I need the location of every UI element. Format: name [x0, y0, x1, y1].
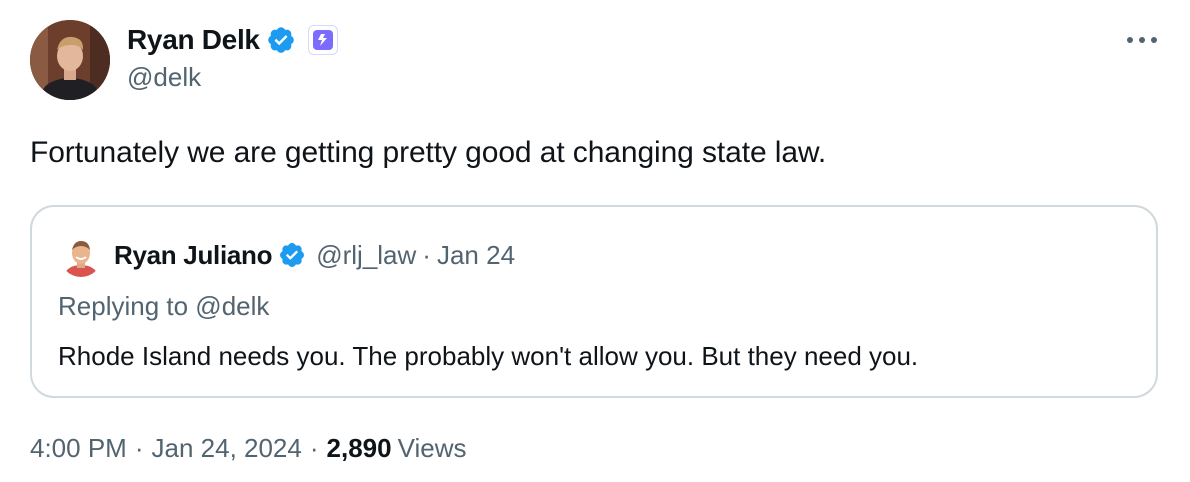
- tweet-meta: 4:00 PM · Jan 24, 2024 · 2,890 Views: [30, 433, 467, 464]
- tweet-card: Ryan Delk @delk Fortunately we are getti…: [0, 0, 1190, 482]
- more-options-button[interactable]: [1122, 26, 1162, 54]
- views-count: 2,890: [326, 433, 392, 463]
- quoted-verified-badge-icon: [278, 241, 306, 269]
- separator-dot: ·: [134, 433, 144, 463]
- separator-dot: ·: [422, 239, 431, 270]
- author-handle[interactable]: @delk: [127, 62, 201, 93]
- more-horizontal-icon: [1127, 37, 1157, 43]
- author-name[interactable]: Ryan Delk: [127, 24, 260, 56]
- quoted-tweet[interactable]: Ryan Juliano @rlj_law · Jan 24 Replying …: [30, 205, 1158, 398]
- quoted-author-name[interactable]: Ryan Juliano: [114, 240, 273, 271]
- verified-badge-icon[interactable]: [266, 25, 296, 55]
- lightning-affiliate-icon[interactable]: [307, 25, 338, 55]
- views-label: Views: [397, 433, 467, 463]
- author-avatar[interactable]: [30, 20, 110, 100]
- quoted-tweet-text: Rhode Island needs you. The probably won…: [58, 341, 919, 371]
- tweet-text: Fortunately we are getting pretty good a…: [30, 136, 827, 169]
- quoted-author-avatar[interactable]: [60, 235, 102, 277]
- replying-to: Replying to @delk: [58, 291, 270, 321]
- quoted-header: Ryan Juliano @rlj_law · Jan 24: [114, 237, 515, 273]
- quoted-date[interactable]: Jan 24: [437, 240, 515, 271]
- tweet-time[interactable]: 4:00 PM: [30, 433, 127, 464]
- quoted-author-handle[interactable]: @rlj_law: [316, 240, 416, 271]
- separator-dot: ·: [309, 433, 319, 463]
- tweet-date[interactable]: Jan 24, 2024: [152, 433, 302, 464]
- author-name-row: Ryan Delk: [127, 22, 338, 58]
